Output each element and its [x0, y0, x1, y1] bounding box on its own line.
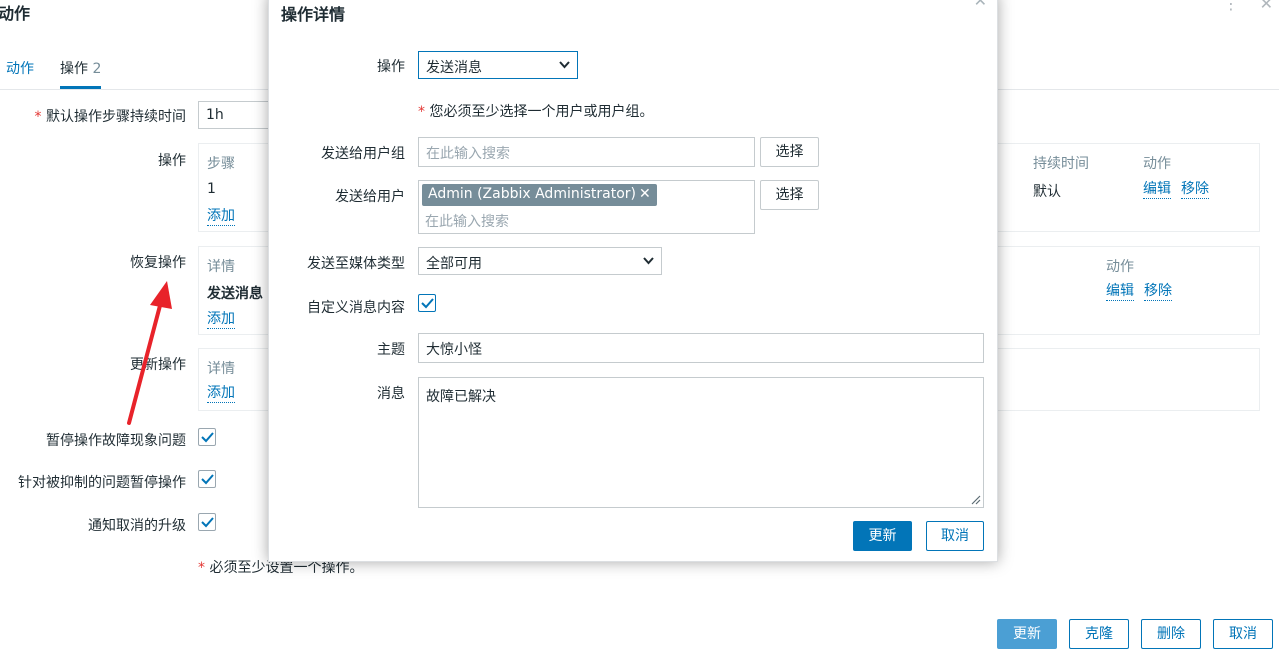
resize-handle-icon — [971, 495, 981, 505]
send-to-groups-label: 发送给用户组 — [321, 146, 405, 162]
operation-select-value: 发送消息 — [426, 60, 482, 76]
update-operations-label: 更新操作 — [130, 357, 186, 373]
operation-label: 操作 — [377, 59, 405, 75]
notify-cancel-checkbox[interactable] — [198, 513, 216, 531]
checkmark-icon — [421, 298, 434, 309]
close-icon[interactable]: ✕ — [1260, 0, 1273, 13]
checkmark-icon — [201, 432, 214, 443]
help-icon[interactable]: ⋮ — [1223, 0, 1239, 13]
default-step-duration-label: * 默认操作步骤持续时间 — [34, 109, 186, 125]
custom-message-checkbox[interactable] — [418, 294, 436, 312]
col-details: 详情 — [207, 259, 235, 275]
recovery-remove-link[interactable]: 移除 — [1144, 283, 1172, 301]
custom-message-label: 自定义消息内容 — [307, 300, 405, 316]
requirement-note: * 您必须至少选择一个用户或用户组。 — [418, 104, 654, 120]
recovery-details: 发送消息 — [207, 286, 263, 302]
recovery-operations-label: 恢复操作 — [130, 255, 186, 271]
message-textarea[interactable]: 故障已解决 — [418, 377, 984, 508]
col-duration: 持续时间 — [1033, 156, 1089, 172]
chevron-down-icon — [643, 257, 654, 265]
close-icon[interactable]: ✕ — [974, 0, 987, 10]
checkmark-icon — [201, 474, 214, 485]
tab-operations[interactable]: 操作 2 — [60, 58, 102, 89]
notify-cancel-label: 通知取消的升级 — [88, 518, 186, 534]
selected-user-tag: Admin (Zabbix Administrator) ✕ — [422, 184, 657, 206]
tab-action[interactable]: 动作 — [6, 58, 34, 86]
dialog-title: 动作 — [0, 4, 31, 23]
update-button[interactable]: 更新 — [997, 619, 1057, 649]
modal-cancel-button[interactable]: 取消 — [926, 521, 984, 551]
cancel-button[interactable]: 取消 — [1213, 619, 1273, 649]
message-label: 消息 — [377, 386, 405, 402]
message-value: 故障已解决 — [426, 389, 496, 405]
send-to-users-placeholder[interactable]: 在此输入搜索 — [425, 211, 509, 231]
operation-step: 1 — [207, 181, 216, 197]
pause-suppressed-checkbox[interactable] — [198, 470, 216, 488]
media-type-value: 全部可用 — [426, 256, 482, 272]
send-to-groups-input[interactable]: 在此输入搜索 — [418, 137, 755, 167]
tab-operations-label: 操作 — [60, 61, 88, 77]
tab-operations-count: 2 — [92, 61, 102, 77]
default-step-duration-input[interactable]: 1h — [198, 101, 278, 129]
pause-symptoms-checkbox[interactable] — [198, 428, 216, 446]
clone-button[interactable]: 克隆 — [1069, 619, 1129, 649]
recovery-add-link[interactable]: 添加 — [207, 311, 235, 329]
operation-remove-link[interactable]: 移除 — [1181, 181, 1209, 199]
operation-duration: 默认 — [1033, 184, 1061, 200]
remove-tag-icon[interactable]: ✕ — [639, 186, 651, 202]
pause-suppressed-label: 针对被抑制的问题暂停操作 — [18, 475, 186, 491]
operation-edit-link[interactable]: 编辑 — [1143, 181, 1171, 199]
select-groups-button[interactable]: 选择 — [760, 137, 819, 167]
delete-button[interactable]: 删除 — [1141, 619, 1201, 649]
selected-user-name: Admin (Zabbix Administrator) — [428, 186, 636, 202]
send-to-groups-placeholder: 在此输入搜索 — [426, 146, 510, 162]
operation-select[interactable]: 发送消息 — [418, 51, 578, 79]
subject-input[interactable]: 大惊小怪 — [418, 333, 984, 363]
col-action: 动作 — [1143, 156, 1171, 172]
operation-add-link[interactable]: 添加 — [207, 208, 235, 226]
send-to-users-multiselect[interactable]: Admin (Zabbix Administrator) ✕ 在此输入搜索 — [418, 180, 755, 234]
pause-symptoms-label: 暂停操作故障现象问题 — [46, 433, 186, 449]
media-type-select[interactable]: 全部可用 — [418, 247, 662, 275]
operation-details-modal: 操作详情 ✕ 操作 发送消息 * 您必须至少选择一个用户或用户组。 发送给用户组… — [268, 0, 998, 562]
subject-label: 主题 — [377, 342, 405, 358]
update-add-link[interactable]: 添加 — [207, 385, 235, 403]
operations-label: 操作 — [158, 153, 186, 169]
col-action: 动作 — [1106, 259, 1134, 275]
col-details: 详情 — [207, 361, 235, 377]
select-users-button[interactable]: 选择 — [760, 180, 819, 210]
col-steps: 步骤 — [207, 156, 235, 172]
modal-update-button[interactable]: 更新 — [853, 521, 912, 551]
checkmark-icon — [201, 517, 214, 528]
media-type-label: 发送至媒体类型 — [307, 256, 405, 272]
chevron-down-icon — [559, 61, 570, 69]
send-to-users-label: 发送给用户 — [335, 189, 405, 205]
recovery-edit-link[interactable]: 编辑 — [1106, 283, 1134, 301]
modal-title: 操作详情 — [281, 5, 346, 24]
